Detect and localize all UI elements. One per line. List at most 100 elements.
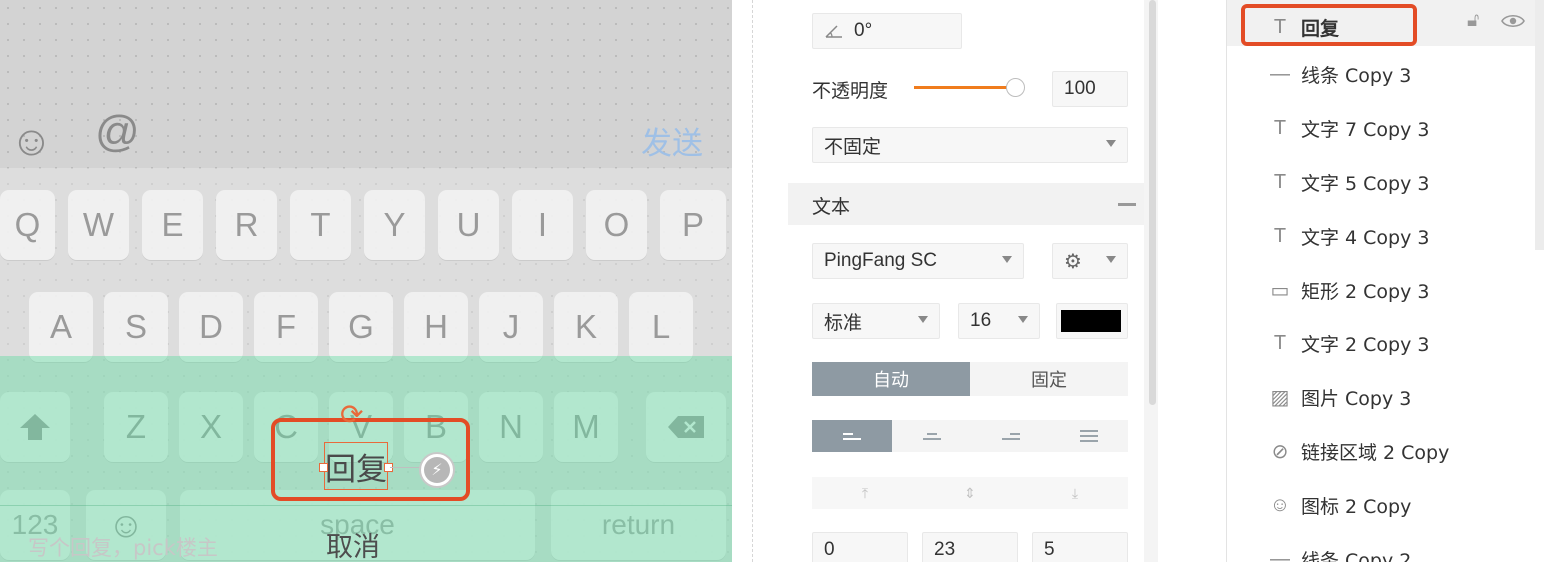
key-label: U bbox=[456, 206, 481, 243]
key-e[interactable]: E bbox=[142, 190, 203, 260]
line-icon: — bbox=[1270, 547, 1290, 562]
fixed-position-value: 不固定 bbox=[824, 136, 882, 158]
valign-bottom-icon: ⤓ bbox=[1071, 484, 1079, 501]
layer-item[interactable]: T 文字 4 Copy 3 bbox=[1227, 209, 1535, 263]
padding-value: 23 bbox=[934, 539, 956, 560]
design-canvas[interactable]: ☺ @ 发送 Q W E R T Y U I O P A S D F G H J… bbox=[0, 0, 732, 562]
layers-scrollbar[interactable] bbox=[1535, 0, 1544, 250]
text-settings-button[interactable]: ⚙ bbox=[1052, 243, 1128, 279]
key-y[interactable]: Y bbox=[364, 190, 425, 260]
align-right-icon bbox=[1002, 430, 1020, 443]
text-icon: T bbox=[1273, 117, 1287, 140]
link-area-icon: ⊘ bbox=[1271, 440, 1289, 463]
send-label[interactable]: 发送 bbox=[641, 118, 703, 163]
font-weight-select[interactable]: 标准 bbox=[812, 303, 940, 339]
layer-item[interactable]: — 线条 Copy 2 bbox=[1227, 532, 1535, 562]
key-j[interactable]: J bbox=[479, 292, 543, 362]
at-icon: @ bbox=[95, 107, 140, 156]
text-icon: T bbox=[1273, 170, 1287, 193]
padding-input-3[interactable]: 5 bbox=[1032, 532, 1128, 562]
key-t[interactable]: T bbox=[290, 190, 351, 260]
key-f[interactable]: F bbox=[254, 292, 318, 362]
layer-item[interactable]: ▨ 图片 Copy 3 bbox=[1227, 371, 1535, 425]
key-label: T bbox=[310, 206, 331, 243]
key-s[interactable]: S bbox=[104, 292, 168, 362]
layer-item[interactable]: ☺ 图标 2 Copy bbox=[1227, 478, 1535, 532]
key-d[interactable]: D bbox=[179, 292, 243, 362]
layer-item[interactable]: T 文字 7 Copy 3 bbox=[1227, 102, 1535, 156]
key-k[interactable]: K bbox=[554, 292, 618, 362]
angle-icon bbox=[825, 25, 842, 38]
layer-name: 线条 Copy 3 bbox=[1301, 65, 1412, 88]
layer-name: 文字 7 Copy 3 bbox=[1301, 119, 1430, 142]
valign-top-button[interactable]: ⤒ bbox=[812, 477, 918, 509]
key-a[interactable]: A bbox=[29, 292, 93, 362]
key-u[interactable]: U bbox=[438, 190, 499, 260]
opacity-value: 100 bbox=[1064, 78, 1096, 99]
font-family-select[interactable]: PingFang SC bbox=[812, 243, 1024, 279]
interaction-trigger[interactable]: ⚡ bbox=[419, 452, 455, 488]
layer-item[interactable]: T 文字 2 Copy 3 bbox=[1227, 317, 1535, 371]
layer-item[interactable]: T 回复 bbox=[1227, 0, 1535, 54]
text-color-picker[interactable] bbox=[1056, 303, 1128, 339]
align-left-button[interactable] bbox=[812, 420, 892, 452]
layer-item[interactable]: — 线条 Copy 3 bbox=[1227, 48, 1535, 102]
opacity-input[interactable]: 100 bbox=[1052, 71, 1128, 107]
key-label: A bbox=[49, 308, 72, 345]
padding-value: 5 bbox=[1044, 539, 1055, 560]
key-o[interactable]: O bbox=[586, 190, 647, 260]
rotate-handle-icon[interactable]: ⟳ bbox=[340, 401, 363, 429]
properties-scrollbar[interactable] bbox=[1149, 0, 1156, 405]
collapse-icon[interactable] bbox=[1118, 203, 1136, 206]
size-auto-label: 自动 bbox=[873, 370, 909, 390]
layer-name: 线条 Copy 2 bbox=[1301, 549, 1412, 562]
size-fixed-button[interactable]: 固定 bbox=[970, 362, 1128, 396]
padding-input-2[interactable]: 23 bbox=[922, 532, 1018, 562]
key-label: G bbox=[348, 308, 374, 345]
text-section-header[interactable]: 文本 bbox=[788, 183, 1144, 225]
align-center-icon bbox=[923, 430, 941, 443]
valign-middle-button[interactable]: ⇕ bbox=[918, 477, 1022, 509]
cancel-label[interactable]: 取消 bbox=[326, 525, 380, 562]
layer-item[interactable]: ▭ 矩形 2 Copy 3 bbox=[1227, 263, 1535, 317]
key-label: I bbox=[537, 206, 548, 243]
align-center-button[interactable] bbox=[892, 420, 972, 452]
chevron-down-icon bbox=[1106, 140, 1116, 147]
eye-icon[interactable] bbox=[1501, 13, 1525, 29]
fixed-position-select[interactable]: 不固定 bbox=[812, 127, 1128, 163]
align-justify-icon bbox=[1080, 427, 1098, 445]
size-auto-button[interactable]: 自动 bbox=[812, 362, 970, 396]
layer-item[interactable]: T 文字 5 Copy 3 bbox=[1227, 155, 1535, 209]
opacity-slider-track[interactable] bbox=[914, 86, 1020, 89]
rotation-input[interactable]: 0° bbox=[812, 13, 962, 49]
image-icon: ▨ bbox=[1270, 387, 1290, 410]
text-icon: T bbox=[1273, 332, 1287, 355]
align-justify-button[interactable] bbox=[1050, 420, 1128, 452]
align-right-button[interactable] bbox=[972, 420, 1050, 452]
key-label: K bbox=[574, 308, 597, 345]
key-label: L bbox=[651, 308, 671, 345]
key-l[interactable]: L bbox=[629, 292, 693, 362]
rotation-value: 0° bbox=[854, 20, 873, 41]
valign-bottom-button[interactable]: ⤓ bbox=[1022, 477, 1128, 509]
smiley-icon: ☺ bbox=[1269, 493, 1291, 516]
key-i[interactable]: I bbox=[512, 190, 573, 260]
key-q[interactable]: Q bbox=[0, 190, 55, 260]
padding-input-1[interactable]: 0 bbox=[812, 532, 908, 562]
key-label: S bbox=[124, 308, 147, 345]
resize-handle-left[interactable] bbox=[319, 463, 328, 472]
key-label: H bbox=[424, 308, 448, 345]
key-r[interactable]: R bbox=[216, 190, 277, 260]
key-label: F bbox=[275, 308, 297, 345]
font-size-select[interactable]: 16 bbox=[958, 303, 1040, 339]
opacity-slider-knob[interactable] bbox=[1005, 78, 1025, 97]
layer-name: 回复 bbox=[1301, 17, 1340, 40]
key-label: O bbox=[603, 206, 630, 243]
key-w[interactable]: W bbox=[68, 190, 129, 260]
key-g[interactable]: G bbox=[329, 292, 393, 362]
layer-name: 链接区域 2 Copy bbox=[1301, 441, 1450, 464]
layer-item[interactable]: ⊘ 链接区域 2 Copy bbox=[1227, 424, 1535, 478]
key-p[interactable]: P bbox=[660, 190, 726, 260]
unlock-icon[interactable]: 🔓︎ bbox=[1467, 10, 1479, 32]
key-h[interactable]: H bbox=[404, 292, 468, 362]
